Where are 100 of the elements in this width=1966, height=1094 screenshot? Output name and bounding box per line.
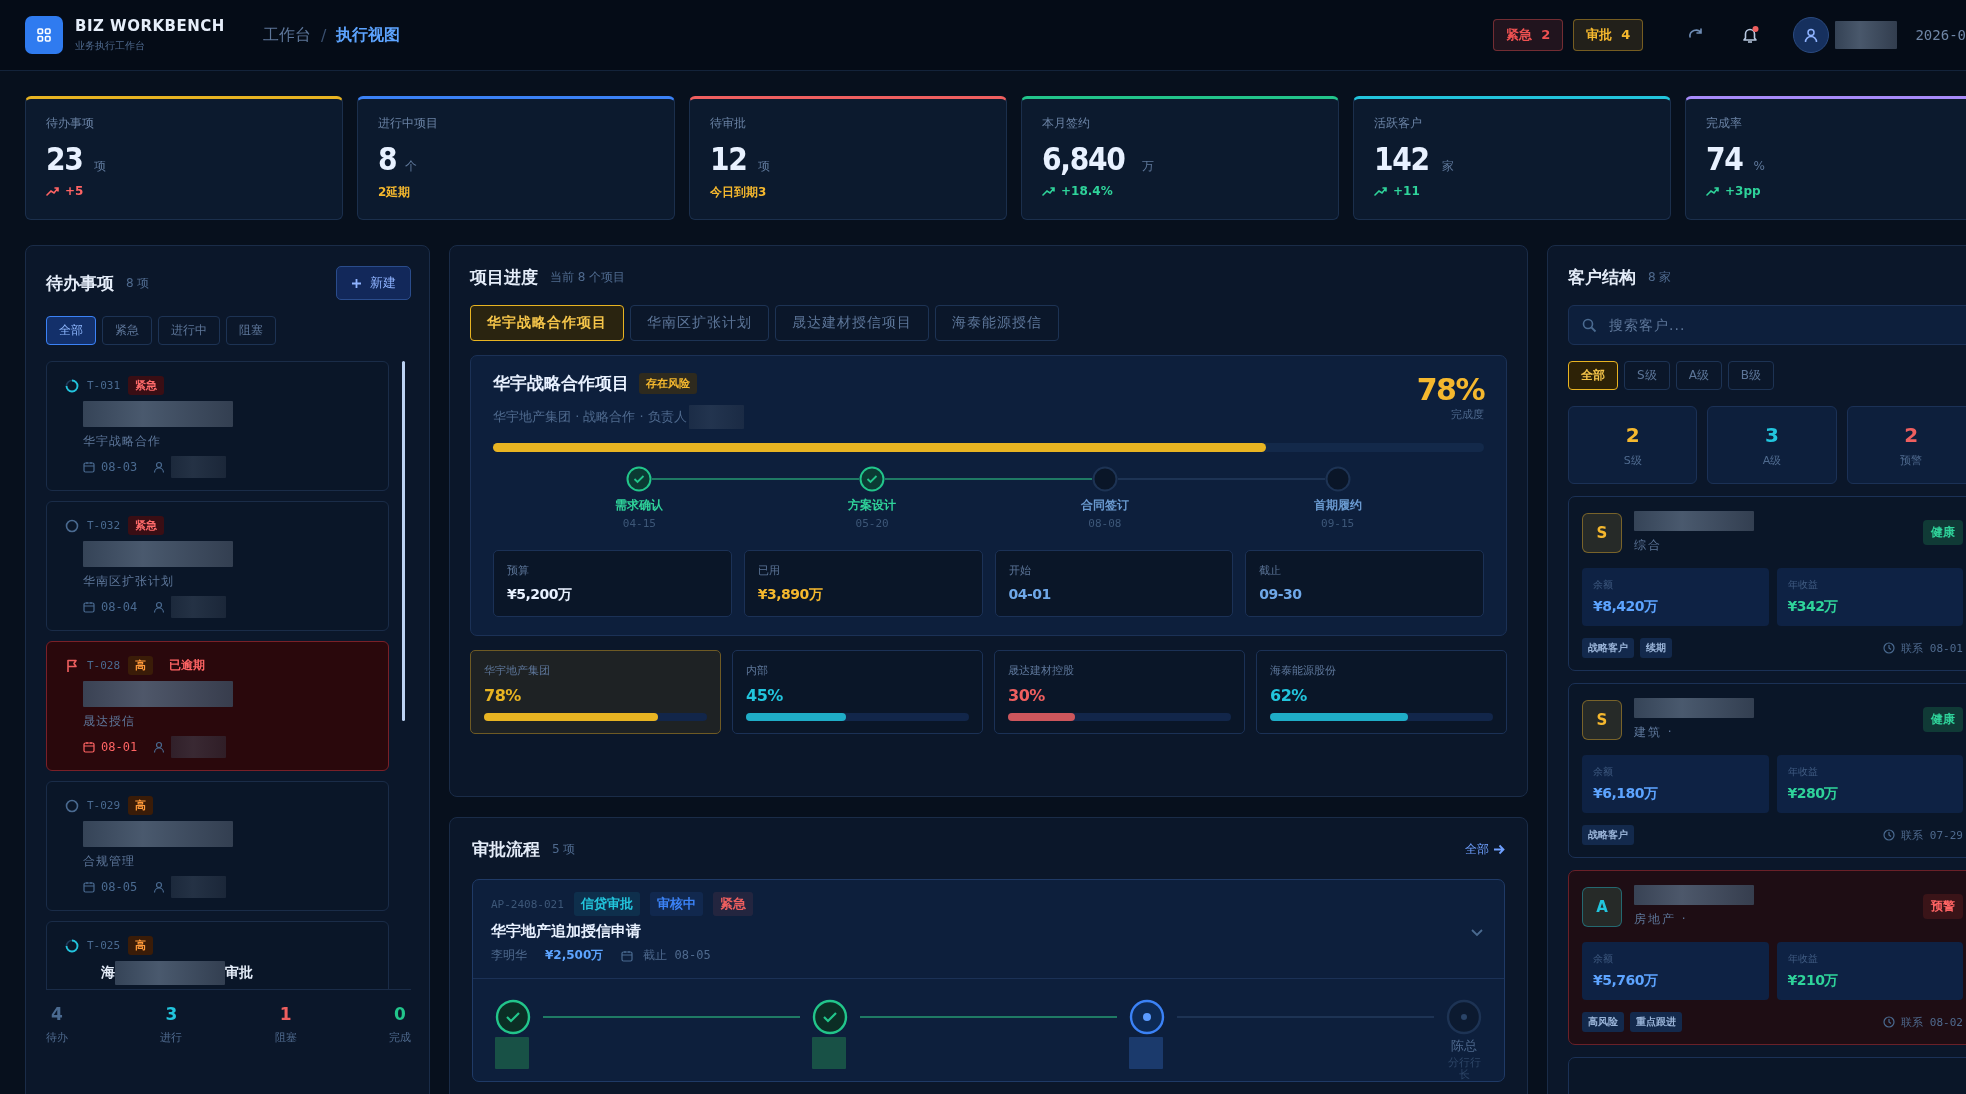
app-logo	[25, 16, 63, 54]
customer-tag: 战略客户	[1582, 638, 1634, 658]
circle-icon[interactable]	[65, 518, 79, 533]
project-tab[interactable]: 华南区扩张计划	[630, 305, 769, 341]
filter-chip[interactable]: 全部	[46, 316, 96, 345]
kpi-change: 2延期	[378, 184, 411, 201]
redacted-block	[171, 736, 227, 758]
redacted-block	[171, 596, 227, 618]
search-field[interactable]: 搜索客户...	[1568, 305, 1966, 345]
due-date: 08-04	[101, 600, 138, 614]
stat-value: 2	[1625, 422, 1640, 447]
client-progress-card[interactable]: 华宇地产集团 78%	[470, 650, 721, 734]
task-title: 审批	[225, 964, 253, 982]
kpi-unit: %	[1753, 159, 1765, 173]
project-tab[interactable]: 晟达建材授信项目	[775, 305, 929, 341]
stat-label: 已用	[757, 563, 781, 578]
kpi-unit: 个	[404, 158, 417, 175]
project-name: 合规管理	[83, 853, 136, 870]
customer-tag: 重点跟进	[1630, 1012, 1682, 1032]
grade-badge: S	[1582, 699, 1622, 740]
client-progress-card[interactable]: 海泰能源股份 62%	[1256, 650, 1507, 734]
client-progress-card[interactable]: 晟达建材控股 30%	[994, 650, 1245, 734]
stat-label: 开始	[1008, 563, 1032, 578]
project-meta: 华宇地产集团 · 战略合作 · 负责人	[493, 408, 687, 426]
revenue-value: ¥342万	[1787, 598, 1839, 616]
client-percent: 62%	[1270, 686, 1308, 705]
filter-chip[interactable]: S级	[1624, 361, 1670, 390]
alert-badge[interactable]: 紧急 2	[1493, 19, 1564, 51]
chevron-down-icon[interactable]	[1470, 928, 1484, 938]
status-tag: 预警	[1923, 894, 1963, 919]
scrollbar[interactable]	[402, 361, 405, 721]
new-button[interactable]: 新建	[335, 266, 411, 300]
item-count: 5 项	[552, 841, 576, 858]
kpi-change: +11	[1393, 184, 1420, 198]
task-id: T-031	[87, 379, 121, 392]
task-card[interactable]: T-025 高 海 审批	[46, 921, 389, 989]
client-name: 晟达建材控股	[1008, 663, 1075, 678]
filter-chip[interactable]: B级	[1727, 361, 1775, 390]
filter-chip[interactable]: 进行中	[158, 316, 220, 345]
summary-label: 待办	[46, 1030, 68, 1045]
due-date: 08-03	[101, 460, 138, 474]
app-subtitle: 业务执行工作台	[75, 39, 146, 53]
status-tag: 健康	[1923, 520, 1963, 545]
stat-value: 04-01	[1008, 586, 1052, 602]
redacted-block	[171, 876, 227, 898]
kpi-label: 活跃客户	[1374, 115, 1423, 132]
balance-value: ¥8,420万	[1593, 598, 1659, 616]
task-card[interactable]: T-031 紧急 华宇战略合作 08-03	[46, 361, 389, 491]
stat-value: 2	[1904, 422, 1919, 447]
priority-tag: 高	[128, 656, 154, 675]
breadcrumb-item[interactable]: 工作台	[262, 24, 311, 46]
client-percent: 30%	[1008, 686, 1046, 705]
project-tab[interactable]: 海泰能源授信	[935, 305, 1059, 341]
client-name: 华宇地产集团	[484, 663, 551, 678]
applicant-name: 李明华	[491, 947, 527, 964]
alert-badge[interactable]: 审批 4	[1573, 19, 1644, 51]
redacted-block	[1129, 1037, 1163, 1069]
breadcrumb-item[interactable]: 执行视图	[336, 24, 401, 46]
balance-value: ¥5,760万	[1593, 972, 1659, 990]
person-icon	[153, 881, 166, 893]
task-card[interactable]: T-029 高 合规管理 08-05	[46, 781, 389, 911]
approval-tag: 紧急	[712, 892, 753, 916]
kpi-value: 74	[1706, 140, 1743, 178]
filter-chip[interactable]: 阻塞	[226, 316, 276, 345]
customer-category: 综合	[1634, 537, 1663, 554]
task-id: T-029	[87, 799, 121, 812]
milestone-date: 05-20	[855, 517, 889, 530]
overdue-label: 已逾期	[169, 657, 206, 674]
user-avatar[interactable]	[1793, 17, 1830, 53]
kpi-value: 142	[1374, 140, 1429, 178]
person-icon	[153, 461, 166, 473]
grade-badge: A	[1582, 886, 1622, 927]
kpi-change: +5	[65, 184, 84, 198]
item-count: 8 项	[126, 274, 150, 292]
panel-subtitle: 当前 8 个项目	[550, 269, 626, 286]
project-tab[interactable]: 华宇战略合作项目	[470, 305, 624, 341]
kpi-label: 待办事项	[46, 115, 95, 132]
circle-icon[interactable]	[65, 798, 79, 813]
summary-count: 3	[165, 1004, 178, 1024]
task-title: 海	[101, 964, 115, 982]
summary-label: 进行	[160, 1030, 183, 1045]
priority-tag: 高	[128, 936, 154, 955]
arrow-right-icon	[1493, 844, 1505, 855]
calendar-icon	[83, 601, 95, 613]
client-progress-card[interactable]: 内部 45%	[732, 650, 983, 734]
kpi-change: +18.4%	[1061, 184, 1113, 198]
client-percent: 45%	[746, 686, 784, 705]
filter-chip[interactable]: 紧急	[102, 316, 152, 345]
app-name: BIZ WORKBENCH	[75, 17, 225, 35]
priority-tag: 紧急	[128, 516, 165, 535]
person-icon	[153, 601, 166, 613]
milestone-date: 09-15	[1321, 517, 1355, 530]
task-card[interactable]: T-028 高 已逾期 晟达授信 08-01	[46, 641, 389, 771]
filter-chip[interactable]: 全部	[1568, 361, 1618, 390]
filter-chip[interactable]: A级	[1675, 361, 1722, 390]
view-all-link[interactable]: 全部	[1465, 841, 1505, 858]
task-card[interactable]: T-032 紧急 华南区扩张计划 08-04	[46, 501, 389, 631]
clock-icon	[1883, 829, 1896, 841]
revenue-value: ¥210万	[1787, 972, 1839, 990]
summary-label: 完成	[389, 1030, 411, 1045]
